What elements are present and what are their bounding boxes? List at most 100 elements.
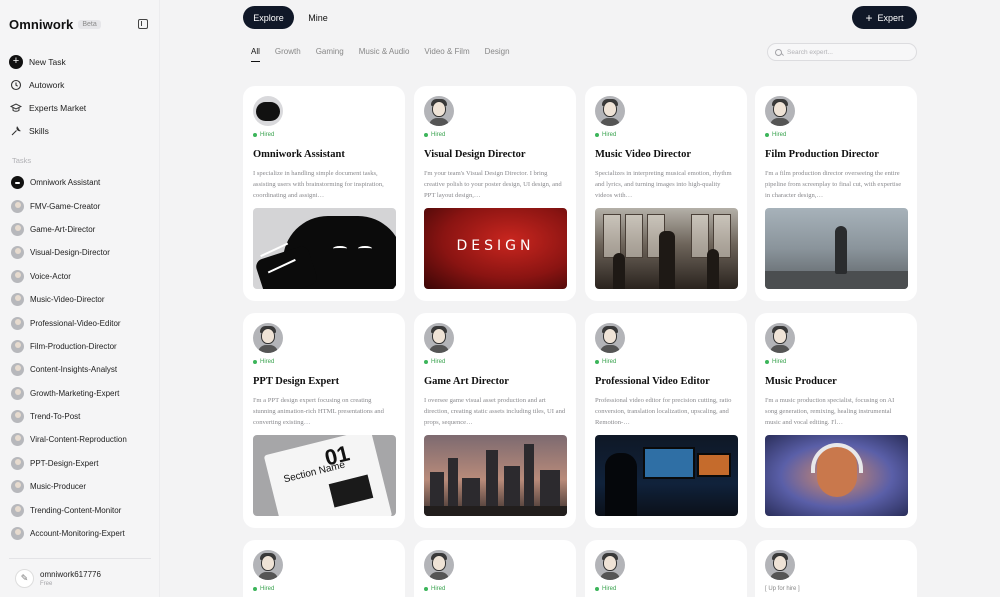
tab-mine[interactable]: Mine: [303, 6, 333, 29]
task-item[interactable]: Trend-To-Post: [11, 405, 153, 428]
task-label: FMV-Game-Creator: [30, 201, 101, 211]
card-description: I'm a PPT design expert focusing on crea…: [253, 397, 384, 426]
task-item[interactable]: Film-Production-Director: [11, 335, 153, 358]
expert-card[interactable]: Hired Music Video Director Specializes i…: [585, 86, 747, 301]
card-description: I'm a music production specialist, focus…: [765, 397, 895, 426]
avatar: [11, 410, 24, 424]
task-item[interactable]: Content-Insights-Analyst: [11, 358, 153, 381]
task-item[interactable]: Visual-Design-Director: [11, 241, 153, 264]
task-item[interactable]: Game-Art-Director: [11, 218, 153, 241]
task-label: Film-Production-Director: [30, 341, 117, 351]
tab-explore[interactable]: Explore: [243, 6, 294, 29]
avatar: [11, 527, 24, 541]
card-title: Film Production Director: [765, 149, 879, 160]
card-description: Specializes in interpreting musical emot…: [595, 170, 732, 199]
card-title: Visual Design Director: [424, 149, 526, 160]
filter-growth[interactable]: Growth: [275, 47, 301, 56]
expert-card[interactable]: Hired Film Production Director I'm a fil…: [755, 86, 917, 301]
user-plan: Free: [40, 581, 53, 587]
filter-design[interactable]: Design: [485, 47, 510, 56]
filter-all[interactable]: All: [251, 47, 260, 62]
task-item[interactable]: Account-Monitoring-Expert: [11, 522, 153, 545]
add-expert-button[interactable]: + Expert: [852, 6, 917, 29]
sidebar-item-experts-market[interactable]: Experts Market: [9, 96, 151, 119]
sidebar-toggle-icon[interactable]: [138, 19, 148, 29]
avatar: [595, 323, 625, 353]
task-label: Trending-Content-Monitor: [30, 505, 122, 515]
sidebar-item-skills[interactable]: Skills: [9, 119, 151, 142]
expert-card[interactable]: [ Up for hire ]: [755, 540, 917, 597]
plus-icon: +: [9, 54, 23, 69]
expert-card[interactable]: Hired PPT Design Expert I'm a PPT design…: [243, 313, 405, 528]
autowork-icon: [9, 78, 23, 92]
avatar: [11, 480, 24, 494]
avatar: [595, 96, 625, 126]
card-title: PPT Design Expert: [253, 376, 340, 387]
task-item[interactable]: Trending-Content-Monitor: [11, 498, 153, 521]
search-icon: [775, 48, 782, 56]
filter-gaming[interactable]: Gaming: [316, 47, 344, 56]
task-label: PPT-Design-Expert: [30, 458, 99, 468]
card-image: [765, 435, 908, 516]
task-label: Voice-Actor: [30, 271, 71, 281]
avatar: [253, 96, 283, 126]
nav-label: Experts Market: [29, 102, 87, 113]
avatar: [11, 433, 24, 447]
avatar: [765, 96, 795, 126]
avatar: [765, 323, 795, 353]
task-item[interactable]: Growth-Marketing-Expert: [11, 382, 153, 405]
wrench-icon: [9, 124, 23, 138]
image-caption: DESIGN: [456, 238, 535, 254]
task-label: Game-Art-Director: [30, 224, 96, 234]
card-image: 01 Section Name: [253, 435, 396, 516]
status-badge: Hired: [595, 359, 737, 365]
expert-card[interactable]: Hired Music Producer I'm a music product…: [755, 313, 917, 528]
expert-card[interactable]: Hired: [414, 540, 576, 597]
expert-card[interactable]: Hired Omniwork Assistant I specialize in…: [243, 86, 405, 301]
task-item[interactable]: Music-Producer: [11, 475, 153, 498]
task-label: Omniwork Assistant: [30, 178, 101, 188]
task-item[interactable]: PPT-Design-Expert: [11, 452, 153, 475]
card-title: Omniwork Assistant: [253, 149, 345, 160]
avatar: [11, 386, 24, 400]
sidebar-item-autowork[interactable]: Autowork: [9, 73, 151, 96]
expert-card[interactable]: Hired Visual Design Director I'm your te…: [414, 86, 576, 301]
expert-card[interactable]: Hired: [585, 540, 747, 597]
task-label: Content-Insights-Analyst: [30, 365, 118, 375]
task-label: Account-Monitoring-Expert: [30, 529, 125, 539]
expert-card[interactable]: Hired Game Art Director I oversee game v…: [414, 313, 576, 528]
filter-video-film[interactable]: Video & Film: [424, 47, 469, 56]
new-task-button[interactable]: + New Task: [9, 50, 151, 73]
sidebar: Omniwork Beta + New Task Autowork Expert…: [0, 0, 160, 597]
task-item[interactable]: Omniwork Assistant: [11, 171, 153, 194]
filter-music-audio[interactable]: Music & Audio: [359, 47, 410, 56]
task-label: Trend-To-Post: [30, 412, 81, 422]
expert-button-label: Expert: [877, 12, 904, 23]
task-label: Viral-Content-Reproduction: [30, 435, 127, 445]
expert-card[interactable]: Hired: [243, 540, 405, 597]
task-item[interactable]: FMV-Game-Creator: [11, 194, 153, 217]
avatar: [424, 550, 454, 580]
card-image: [424, 435, 567, 516]
avatar: [11, 269, 24, 283]
task-item[interactable]: Voice-Actor: [11, 265, 153, 288]
avatar: [11, 339, 24, 353]
task-item[interactable]: Viral-Content-Reproduction: [11, 428, 153, 451]
nav-label: Autowork: [29, 79, 65, 90]
avatar: [11, 316, 24, 330]
task-label: Music-Video-Director: [30, 295, 105, 305]
avatar: [253, 550, 283, 580]
app-name: Omniwork: [9, 17, 74, 32]
graduation-cap-icon: [9, 101, 23, 115]
card-description: I'm your team's Visual Design Director. …: [424, 170, 562, 199]
user-profile[interactable]: ✎ omniwork617776 Free: [15, 569, 101, 588]
task-item[interactable]: Professional-Video-Editor: [11, 311, 153, 334]
task-item[interactable]: Music-Video-Director: [11, 288, 153, 311]
card-description: Professional video editor for precision …: [595, 397, 732, 426]
avatar: [595, 550, 625, 580]
avatar: [11, 199, 24, 213]
expert-card[interactable]: Hired Professional Video Editor Professi…: [585, 313, 747, 528]
card-title: Music Producer: [765, 376, 837, 387]
task-list: Omniwork Assistant FMV-Game-Creator Game…: [11, 171, 153, 545]
search-input[interactable]: [787, 48, 897, 56]
